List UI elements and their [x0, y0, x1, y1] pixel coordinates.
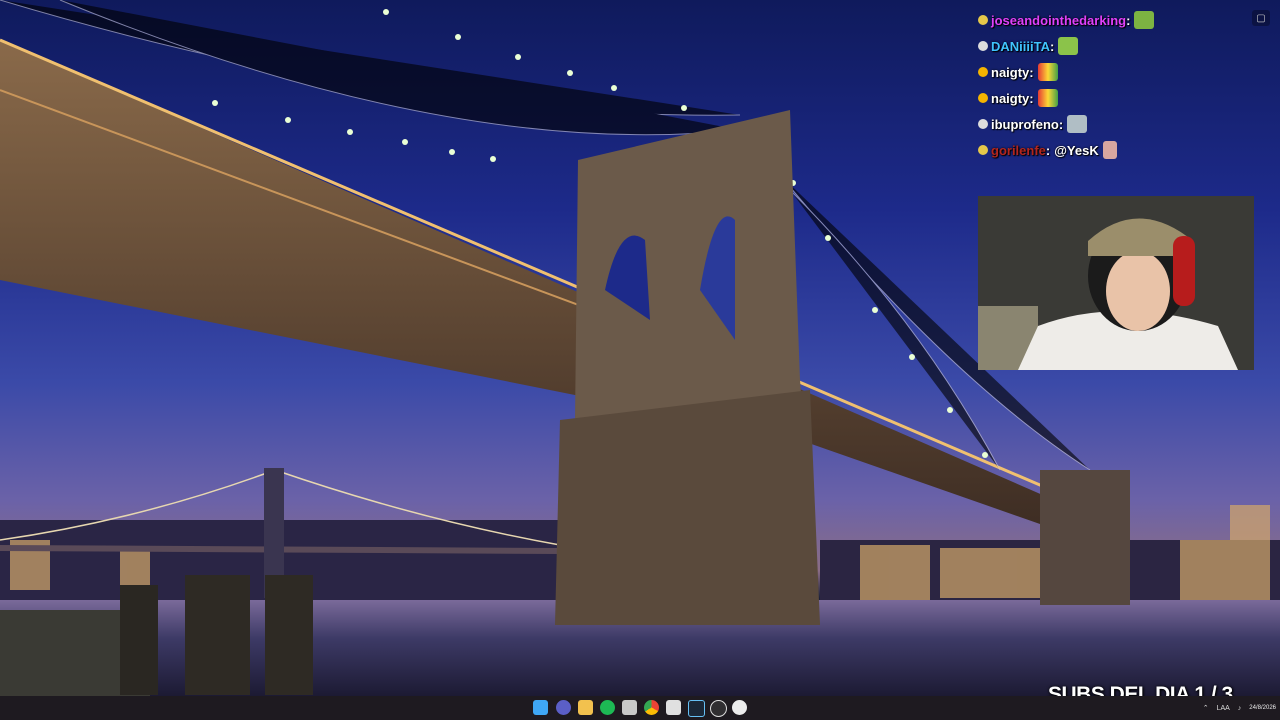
steam-icon[interactable]: [688, 700, 705, 717]
emote-icon: [1102, 141, 1117, 159]
chat-username: gorilenfe: [991, 142, 1046, 158]
chat-badge-icon: [978, 41, 988, 51]
chat-separator: :: [1045, 142, 1051, 158]
chat-separator: :: [1029, 90, 1034, 106]
rainbow-emote-icon: [1037, 63, 1058, 81]
chat-text: @YesK: [1054, 142, 1099, 158]
image-emote-icon: [1067, 115, 1088, 133]
app-icon[interactable]: [622, 700, 637, 715]
desktop-wallpaper: joseandointhedarking: DANiiiiTA: naigty:…: [0, 0, 1280, 696]
language-indicator[interactable]: LAA: [1217, 705, 1230, 712]
crown-badge-icon: [978, 93, 988, 103]
pepe-emote-icon: [1134, 11, 1155, 29]
taskbar: ⌃ LAA ♪ 24/8/2026: [0, 696, 1280, 720]
chat-separator: :: [1029, 64, 1034, 80]
chat-username: joseandointhedarking: [991, 12, 1127, 28]
chat-message: naigty:: [978, 61, 1058, 83]
pepe-emote-icon: [1058, 37, 1079, 55]
chat-message: DANiiiiTA:: [978, 35, 1079, 57]
subs-goal-counter: SUBS DEL DIA 1 / 3: [1048, 683, 1233, 696]
app-icon[interactable]: [556, 700, 571, 715]
system-tray: ⌃ LAA ♪ 24/8/2026: [1203, 696, 1276, 720]
chevron-up-icon[interactable]: ⌃: [1203, 704, 1209, 712]
chat-badge-icon: [978, 119, 988, 129]
chat-separator: :: [1126, 12, 1131, 28]
chat-overlay: joseandointhedarking: DANiiiiTA: naigty:…: [970, 6, 1270, 166]
rainbow-emote-icon: [1037, 89, 1058, 107]
chat-username: DANiiiiTA: [991, 38, 1050, 54]
obs-icon[interactable]: [710, 700, 727, 717]
webcam-person-image: [978, 196, 1254, 370]
clock-date: 24/8/2026: [1249, 704, 1276, 711]
chat-message: joseandointhedarking:: [978, 9, 1155, 31]
chat-badge-icon: [978, 15, 988, 25]
app-icon[interactable]: [732, 700, 747, 715]
overlay-expand-icon[interactable]: ▢: [1252, 10, 1270, 26]
chat-separator: :: [1058, 116, 1064, 132]
chrome-icon[interactable]: [644, 700, 659, 715]
spotify-icon[interactable]: [600, 700, 615, 715]
crown-badge-icon: [978, 67, 988, 77]
chat-username: ibuprofeno: [991, 116, 1059, 132]
chat-badge-icon: [978, 145, 988, 155]
app-icon[interactable]: [666, 700, 681, 715]
speaker-icon[interactable]: ♪: [1238, 705, 1242, 712]
webcam-feed: [978, 196, 1254, 370]
chat-username: naigty: [991, 90, 1030, 106]
clock[interactable]: 24/8/2026: [1249, 704, 1276, 713]
chat-separator: :: [1049, 38, 1055, 54]
windows-start-icon[interactable]: [533, 700, 548, 715]
chat-message: gorilenfe: @YesK: [978, 139, 1117, 161]
chat-message: ibuprofeno:: [978, 113, 1088, 135]
file-explorer-icon[interactable]: [578, 700, 593, 715]
chat-username: naigty: [991, 64, 1030, 80]
chat-message: naigty:: [978, 87, 1058, 109]
